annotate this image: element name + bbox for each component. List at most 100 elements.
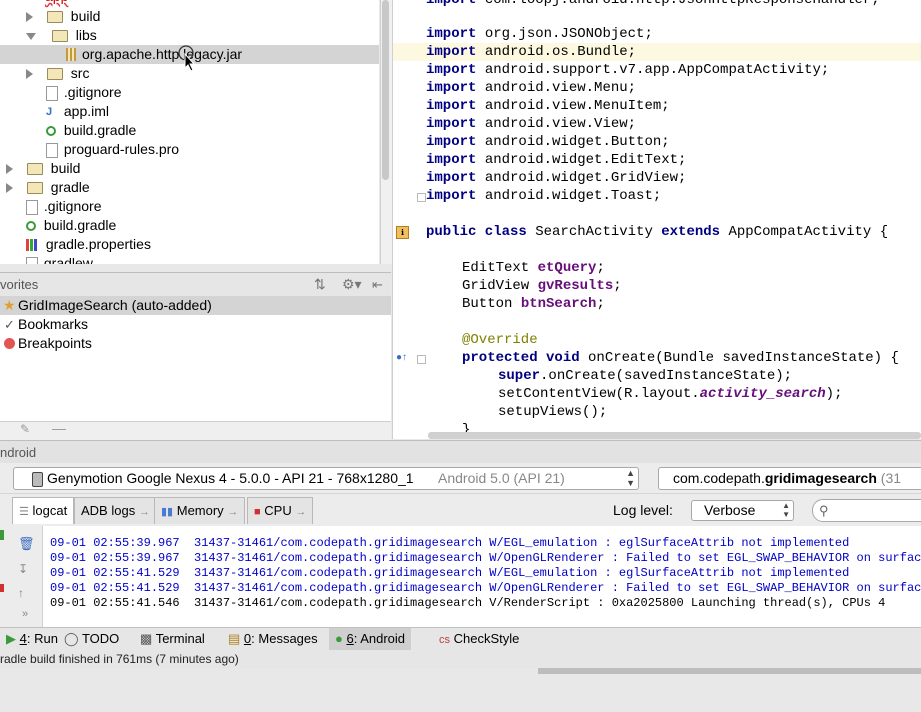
overrides-method-icon[interactable]: ●↑	[396, 352, 407, 363]
file-icon	[26, 256, 38, 264]
code-line: import android.widget.EditText;	[426, 152, 687, 168]
collapse-all-icon[interactable]: ⇅	[314, 273, 326, 296]
tree-item-label: .gitignore	[63, 84, 122, 100]
messages-icon: ▤	[228, 631, 241, 646]
device-select[interactable]: Genymotion Google Nexus 4 - 5.0.0 - API …	[13, 467, 639, 490]
log-line: 09-01 02:55:41.546 31437-31461/com.codep…	[50, 596, 886, 610]
device-name: Genymotion Google Nexus 4 - 5.0.0 - API …	[47, 470, 414, 486]
tree-item-gitignore[interactable]: .gitignore	[46, 83, 121, 102]
run-icon: ▶	[6, 631, 16, 646]
tool-tab-checkstyle[interactable]: cs CheckStyle	[433, 628, 525, 650]
folder-icon	[46, 11, 63, 24]
up-icon[interactable]: ↑	[18, 586, 24, 600]
more-icon[interactable]: »	[22, 608, 28, 620]
code-line: setContentView(R.layout.activity_search)…	[498, 386, 843, 402]
edit-icon[interactable]: ✎	[20, 422, 30, 436]
tree-item-libs[interactable]: libs	[26, 26, 97, 45]
tree-item-gradle-properties[interactable]: gradle.properties	[26, 235, 151, 254]
tree-item-build[interactable]: build	[26, 7, 100, 26]
tree-item-build-gradle-root[interactable]: build.gradle	[26, 216, 116, 235]
tree-item-gradle[interactable]: gradle	[6, 178, 90, 197]
tree-item-label: src	[70, 65, 90, 81]
expand-arrow-icon[interactable]	[6, 164, 13, 175]
tab-label: ADB logs	[81, 503, 136, 518]
tree-item-app-iml[interactable]: J app.iml	[46, 102, 109, 121]
tab-logcat[interactable]: ☰ logcat	[12, 497, 75, 524]
properties-icon	[26, 239, 38, 252]
device-os: Android 5.0 (API 21)	[438, 470, 565, 486]
select-arrows-icon: ▲ ▼	[626, 468, 635, 488]
terminal-icon: ▩	[140, 631, 153, 646]
favorites-item-project[interactable]: ★ GridImageSearch (auto-added)	[0, 296, 391, 315]
code-line-annotation: @Override	[462, 332, 538, 348]
file-icon	[26, 199, 38, 215]
tree-item-build-gradle[interactable]: build.gradle	[46, 121, 136, 140]
tree-item-label: build.gradle	[43, 217, 117, 233]
todo-icon: ◯	[64, 631, 79, 646]
expand-arrow-icon[interactable]	[26, 69, 33, 80]
code-line: import org.json.JSONObject;	[426, 26, 653, 42]
code-editor[interactable]: import com.loopj.android.http.JsonHttpRe…	[392, 0, 921, 439]
tree-item-app[interactable]: app	[0, 0, 379, 6]
clear-log-icon[interactable]: 🗑	[18, 536, 35, 552]
remove-icon[interactable]: —	[52, 420, 66, 436]
tree-scrollbar-thumb[interactable]	[382, 0, 389, 180]
process-select[interactable]: com.codepath.gridimagesearch (31	[658, 467, 921, 490]
code-line: import android.view.MenuItem;	[426, 98, 670, 114]
logcat-output[interactable]: 09-01 02:55:39.967 31437-31461/com.codep…	[0, 526, 921, 627]
mouse-cursor-icon	[178, 45, 196, 72]
file-icon	[46, 85, 58, 101]
tree-item-label: app.iml	[63, 103, 110, 119]
code-line: import android.support.v7.app.AppCompatA…	[426, 62, 830, 78]
favorites-item-label: GridImageSearch (auto-added)	[18, 297, 212, 313]
collapse-arrow-icon[interactable]	[26, 32, 36, 40]
favorites-title: vorites	[0, 277, 39, 292]
logcat-search-input[interactable]: ⚲	[812, 499, 921, 522]
fold-marker-icon[interactable]	[417, 193, 426, 202]
tab-label: CPU	[264, 503, 292, 518]
tool-tab-todo[interactable]: ◯ TODO	[58, 628, 125, 650]
gear-icon[interactable]: ⚙▾	[342, 273, 362, 296]
tree-item-build-root[interactable]: build	[6, 159, 80, 178]
tool-tab-messages[interactable]: ▤ 0: Messages	[222, 628, 324, 650]
hide-panel-icon[interactable]: ⇤	[372, 273, 383, 296]
code-line: import android.view.Menu;	[426, 80, 637, 96]
expand-arrow-icon[interactable]	[6, 183, 13, 194]
expand-arrow-icon[interactable]	[26, 12, 33, 23]
override-marker-icon[interactable]: ℹ	[396, 226, 409, 239]
editor-horizontal-scrollbar[interactable]	[428, 432, 921, 439]
code-line: import android.widget.Button;	[426, 134, 670, 150]
tree-item-label: gradlew	[43, 255, 93, 264]
tab-cpu[interactable]: ■ CPU →	[247, 497, 314, 524]
tree-item-gitignore-root[interactable]: .gitignore	[26, 197, 101, 216]
tree-item-gradlew[interactable]: gradlew	[26, 254, 93, 264]
folder-icon	[26, 182, 43, 195]
panel-splitter[interactable]	[0, 264, 391, 272]
favorites-item-breakpoints[interactable]: Breakpoints	[0, 334, 391, 353]
android-panel-title: ndroid	[0, 445, 37, 460]
cpu-icon: ■	[254, 506, 261, 518]
tool-tab-terminal[interactable]: ▩ Terminal	[134, 628, 211, 650]
fold-marker-icon[interactable]	[417, 355, 426, 364]
tab-memory[interactable]: ▮▮ Memory →	[154, 497, 246, 524]
favorites-list: ★ GridImageSearch (auto-added) ✓ Bookmar…	[0, 296, 391, 421]
tree-item-proguard[interactable]: proguard-rules.pro	[46, 140, 179, 159]
log-level-select[interactable]: Verbose ▲ ▼	[691, 500, 794, 521]
tab-adb-logs[interactable]: ADB logs →	[74, 497, 157, 524]
favorites-item-bookmarks[interactable]: ✓ Bookmarks	[0, 315, 391, 334]
gradle-icon	[26, 221, 36, 232]
jar-icon	[66, 48, 76, 61]
background-window	[0, 668, 921, 712]
tab-label: logcat	[32, 503, 68, 518]
memory-icon: ▮▮	[161, 506, 174, 518]
star-icon: ★	[3, 297, 16, 313]
scroll-to-end-icon[interactable]: ↧	[18, 562, 28, 576]
tree-item-label: gradle.properties	[45, 236, 151, 252]
tool-tab-run[interactable]: ▶ 4: Run	[0, 628, 64, 650]
code-line-field: EditText etQuery;	[462, 260, 605, 276]
tree-item-label: gradle	[50, 179, 90, 195]
tree-item-src[interactable]: src	[26, 64, 89, 83]
tool-tab-android[interactable]: ● 6: Android	[329, 628, 412, 650]
code-line: import com.loopj.android.http.JsonHttpRe…	[426, 0, 880, 8]
tree-item-label: proguard-rules.pro	[63, 141, 180, 157]
